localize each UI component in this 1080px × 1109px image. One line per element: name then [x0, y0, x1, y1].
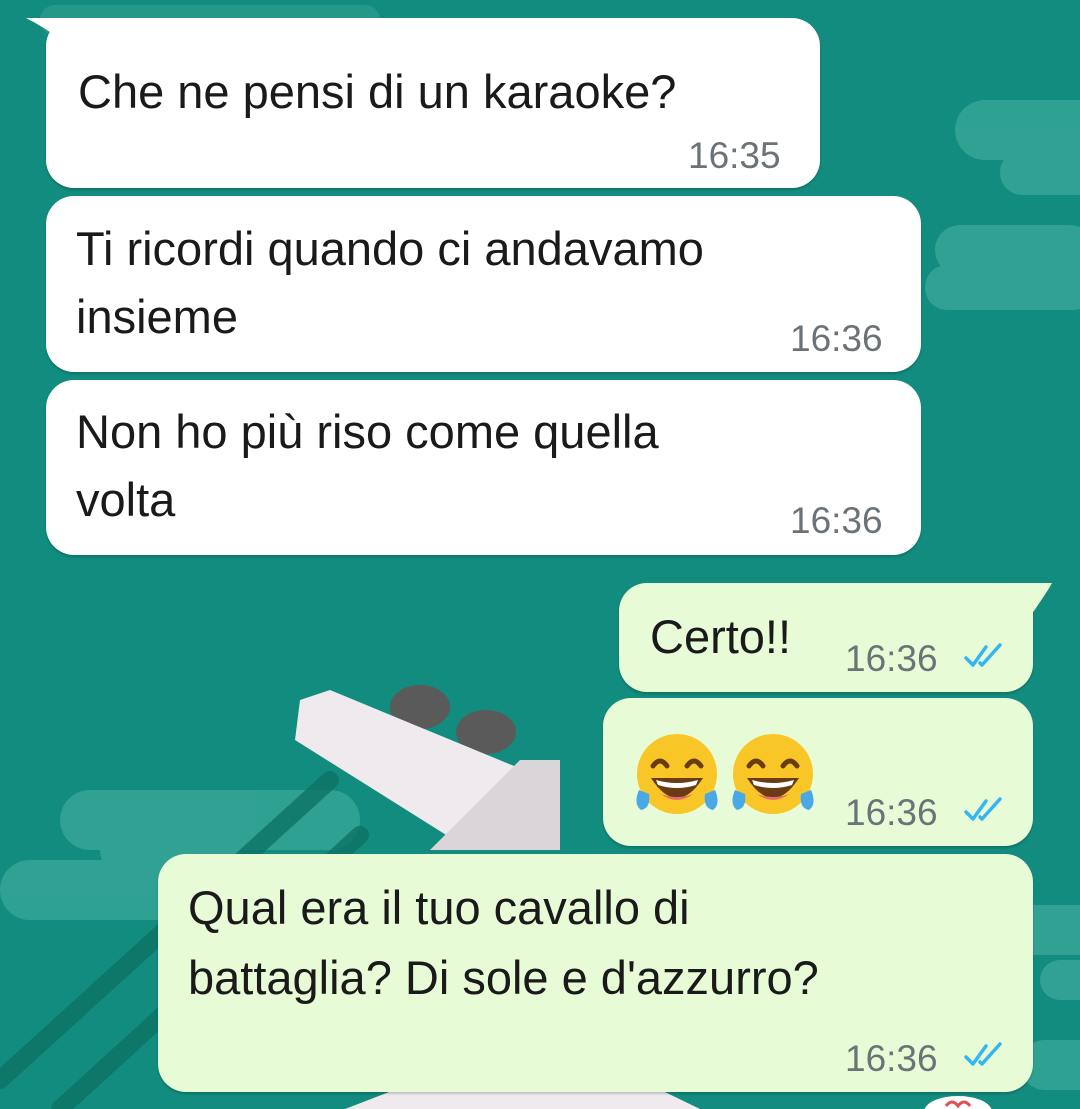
double-check-icon: [964, 797, 1002, 821]
message-text-line: Qual era il tuo cavallo di: [188, 881, 690, 934]
message-timestamp: 16:36: [845, 792, 938, 833]
message-bubble-incoming[interactable]: Non ho più riso come quella volta 16:36: [46, 380, 921, 555]
message-bubble-incoming[interactable]: Che ne pensi di un karaoke? 16:35: [46, 18, 820, 188]
message-text: Che ne pensi di un karaoke?: [78, 65, 677, 118]
message-timestamp: 16:36: [790, 500, 883, 541]
reaction-icon: [924, 1096, 992, 1109]
message-bubble-outgoing[interactable]: Qual era il tuo cavallo di battaglia? Di…: [158, 854, 1033, 1092]
message-text-line: insieme: [76, 290, 238, 343]
double-check-icon: [964, 1042, 1002, 1066]
message-bubble-outgoing[interactable]: 16:36: [603, 698, 1033, 846]
message-timestamp: 16:36: [845, 638, 938, 679]
message-text-line: battaglia? Di sole e d'azzurro?: [188, 951, 819, 1004]
message-bubble-outgoing[interactable]: Certo!! 16:36: [619, 583, 1033, 692]
message-timestamp: 16:36: [790, 318, 883, 359]
message-timestamp: 16:36: [845, 1038, 938, 1079]
message-text: Certo!!: [650, 610, 792, 663]
double-check-icon: [964, 643, 1002, 667]
message-text-line: Ti ricordi quando ci andavamo: [76, 222, 704, 275]
face-with-tears-of-joy-icon: [732, 734, 814, 814]
message-bubble-incoming[interactable]: Ti ricordi quando ci andavamo insieme 16…: [46, 196, 921, 372]
message-text-line: volta: [76, 473, 176, 526]
face-with-tears-of-joy-icon: [636, 734, 718, 814]
message-text-line: Non ho più riso come quella: [76, 405, 659, 458]
message-timestamp: 16:35: [688, 135, 781, 176]
